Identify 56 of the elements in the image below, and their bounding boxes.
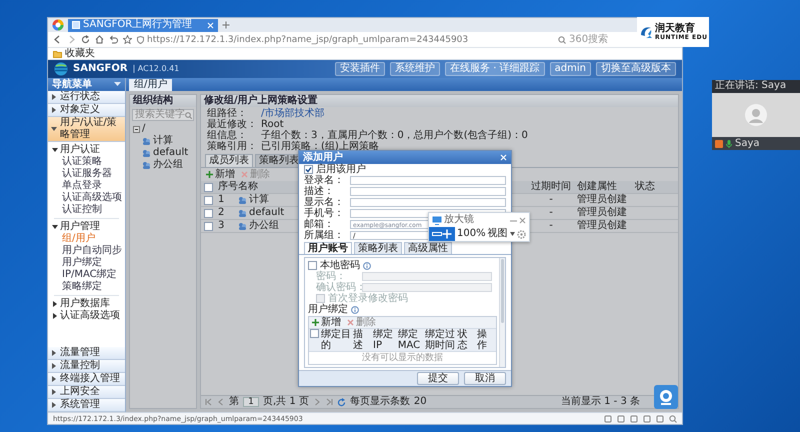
field-label: 所属组： (304, 230, 345, 242)
version-label: | AC12.0.41 (132, 63, 180, 75)
field-label: 邮箱： (304, 218, 335, 230)
panel-title: 组织结构 (130, 95, 196, 107)
table-cell-text: - (548, 207, 554, 219)
info-value: 子组个数：3，直属用户个数：0，总用户个数(包含子组)：0 (261, 130, 528, 141)
table-cell-text: 管理员创建 (577, 207, 628, 219)
column-header: 绑定目的 (320, 329, 352, 351)
column-header: 创建属性 (577, 181, 617, 192)
empty-message: 没有可以显示的数据 (362, 352, 443, 364)
dialog-title: 添加用户 (303, 152, 343, 164)
column-header: 绑定IP (372, 329, 394, 351)
column-header: 描述 (352, 329, 364, 351)
checkbox-label: 首次登录修改密码 (328, 292, 408, 304)
table-cell-text: - (548, 220, 554, 232)
field-label: 确认密码： (316, 282, 360, 293)
checkbox-label: 本地密码 (320, 260, 360, 270)
column-header: 状态 (456, 329, 468, 351)
table-cell-text: 管理员创建 (577, 220, 628, 232)
page-summary: 当前显示 1 - 3 条 (560, 396, 640, 408)
per-page-label: 每页显示条数 (350, 396, 410, 408)
page-label: 第 (229, 396, 239, 408)
column-header: 操作 (476, 329, 488, 351)
brand-name: SANGFOR (73, 63, 128, 75)
column-header: 序号 (218, 181, 238, 192)
table-cell-text: - (548, 194, 554, 206)
column-header: 绑定过期时间 (424, 329, 456, 351)
speaker-label: 正在讲话: Saya (714, 80, 788, 93)
zoom-level: 100% (457, 228, 486, 240)
info-label: 最近修改： (207, 119, 257, 130)
column-header: 过期时间 (531, 181, 571, 192)
page-total: 页,共 1 页 (263, 396, 309, 408)
field-label: 显示名： (304, 196, 345, 208)
field-label: 密码： (316, 270, 346, 282)
field-label: 描述： (304, 186, 335, 197)
column-header: 绑定MAC (396, 329, 422, 351)
info-label: 策略引用： (207, 141, 257, 152)
magnifier-title: 放大镜 (444, 214, 475, 226)
column-header: 状态 (635, 181, 655, 192)
info-label: 组路径： (207, 108, 248, 119)
participant-name: Saya (735, 138, 760, 150)
info-value: 已引用策略：(组)上网策略 (261, 141, 379, 152)
info-value: Root (261, 119, 284, 130)
table-cell-text: 管理员创建 (577, 194, 628, 206)
section-label: 用户绑定 (308, 304, 348, 316)
table-cell-text: 2 (218, 207, 226, 219)
info-label: 组信息： (207, 130, 248, 141)
field-label: 登录名： (304, 174, 344, 186)
table-cell-text: 3 (218, 220, 226, 232)
field-label: 手机号： (304, 208, 345, 218)
table-cell-text: 1 (218, 194, 226, 206)
logo-name: 润天教育 (655, 23, 696, 34)
column-header: 名称 (238, 181, 258, 193)
checkbox-label: 启用该用户 (316, 164, 366, 174)
panel-title: 修改组/用户上网策略设置 (201, 95, 678, 107)
navigation-title: 导航菜单 (52, 78, 92, 90)
